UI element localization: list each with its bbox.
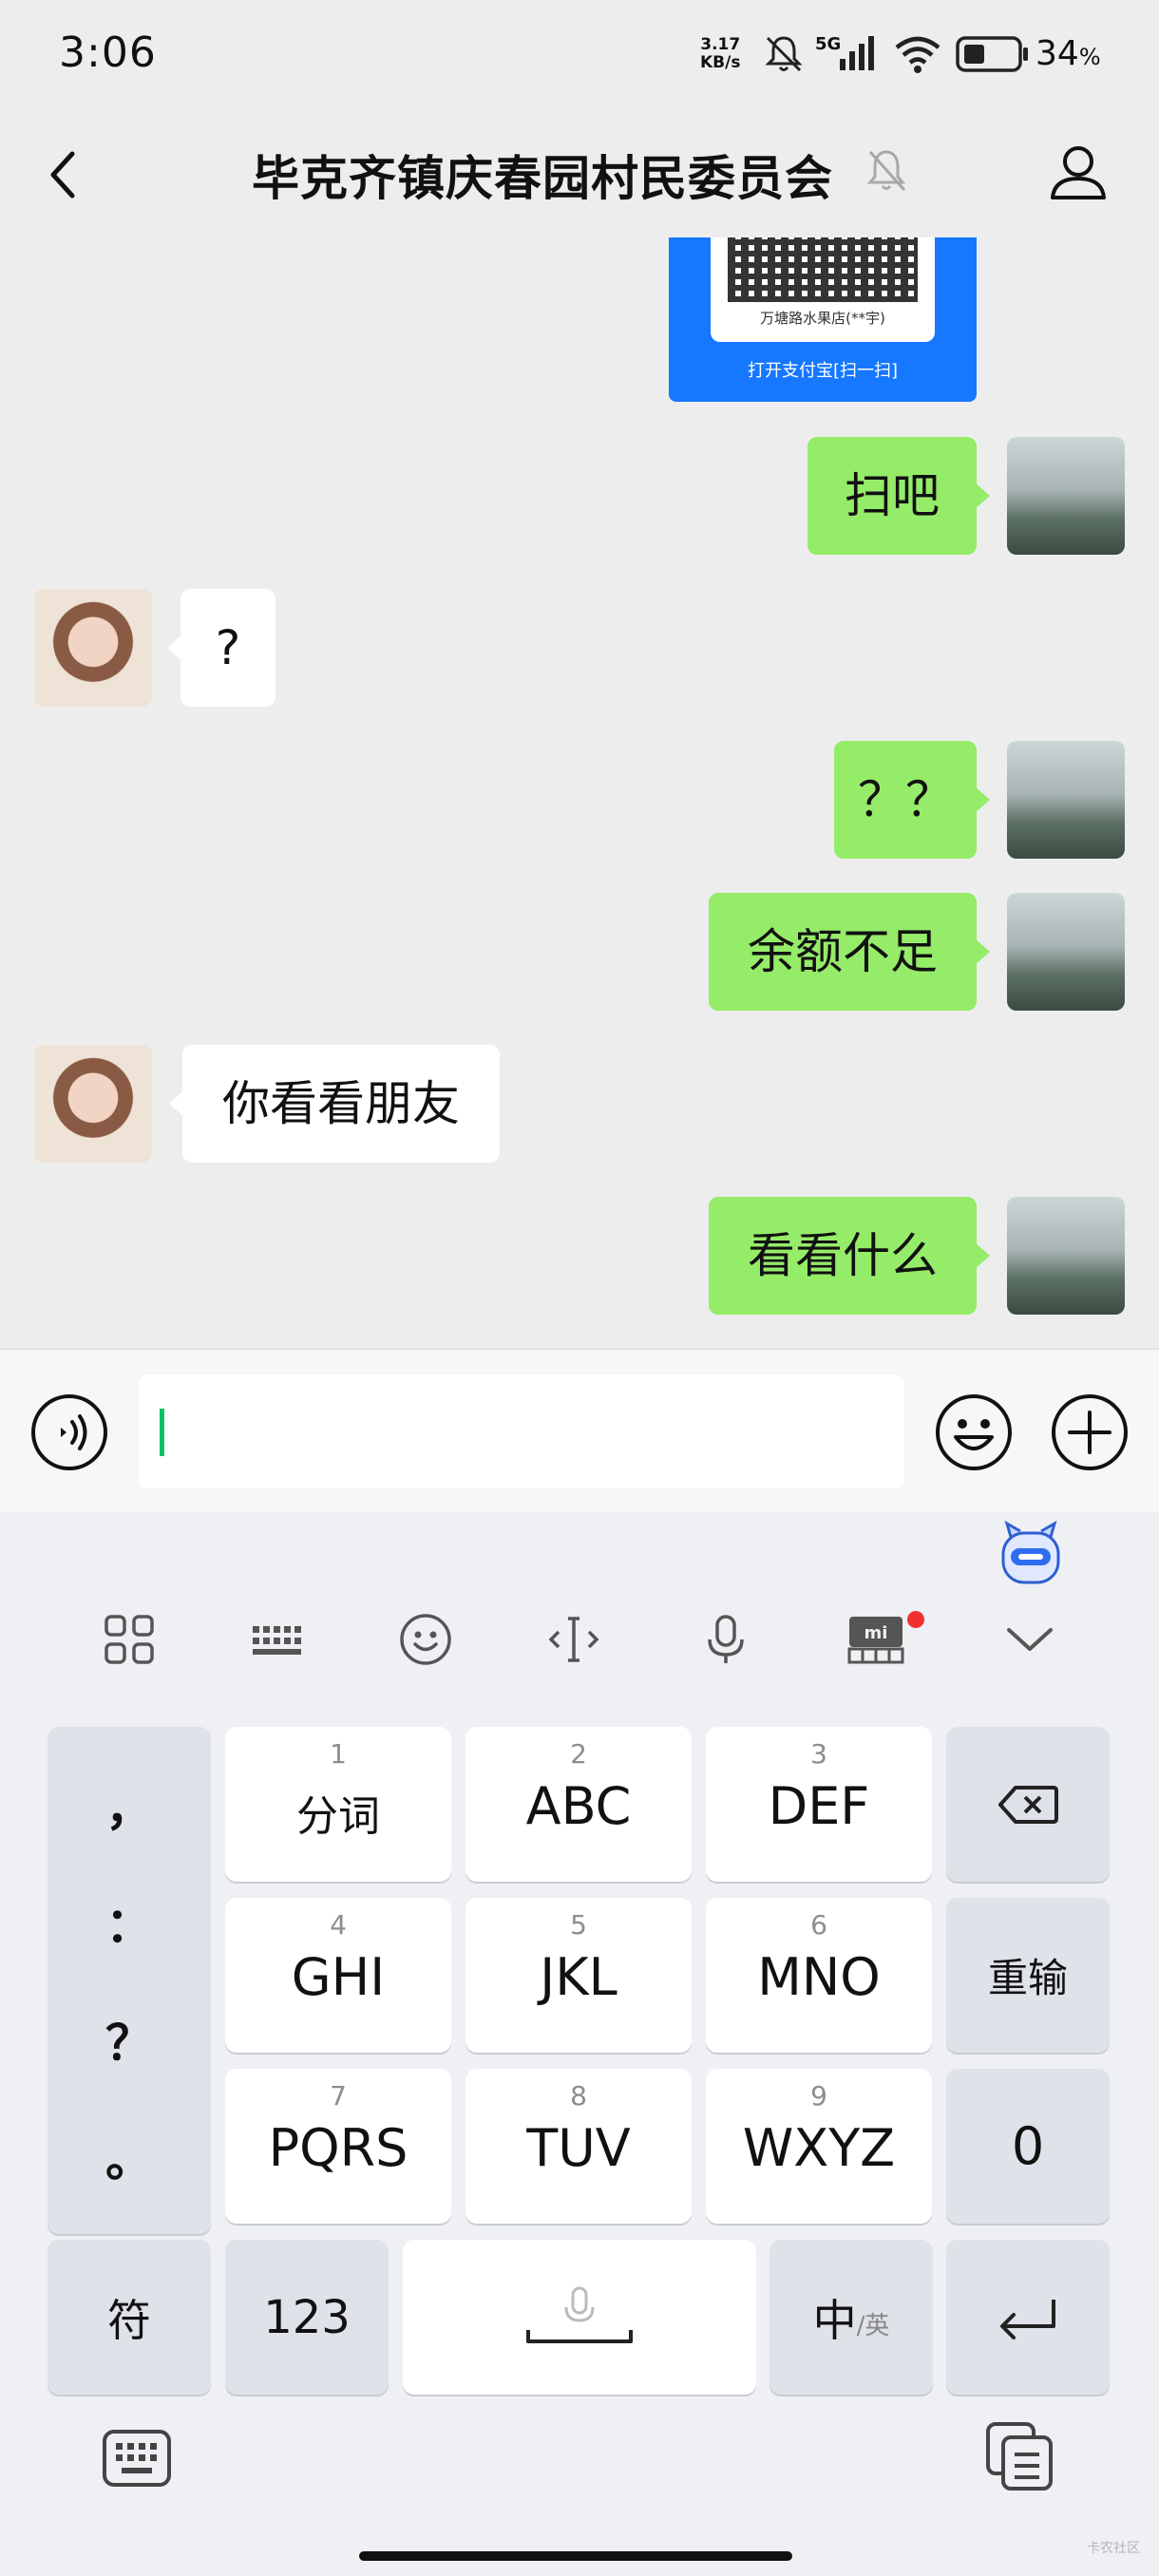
message-bubble-received[interactable]: 你看看朋友 bbox=[169, 1045, 500, 1163]
punct-comma-key[interactable]: ， bbox=[105, 1771, 153, 1839]
collapse-chevron-icon[interactable] bbox=[1001, 1611, 1058, 1668]
svg-text:mi: mi bbox=[864, 1623, 888, 1643]
backspace-icon bbox=[998, 1785, 1058, 1824]
punct-question-key[interactable]: ？ bbox=[105, 2005, 153, 2074]
battery-percent: 34% bbox=[1036, 34, 1101, 73]
language-switch-key[interactable]: 中/英 bbox=[770, 2240, 933, 2395]
key-5-jkl[interactable]: 5 JKL bbox=[466, 1898, 692, 2053]
key-6-mno[interactable]: 6 MNO bbox=[706, 1898, 932, 2053]
mute-bell-icon bbox=[866, 150, 906, 192]
enter-key[interactable] bbox=[946, 2240, 1110, 2395]
message-bubble-received[interactable]: ? bbox=[167, 589, 276, 707]
payment-qr-image[interactable]: 万塘路水果店(**宇) 打开支付宝[扫一扫] bbox=[669, 237, 977, 402]
chat-title: 毕克齐镇庆春园村民委员会 bbox=[252, 151, 833, 206]
grid-icon[interactable] bbox=[101, 1611, 158, 1668]
message-bubble-sent[interactable]: 看看什么 bbox=[709, 1197, 990, 1315]
message-bubble-sent[interactable]: 余额不足 bbox=[709, 893, 990, 1011]
key-9-wxyz[interactable]: 9 WXYZ bbox=[706, 2069, 932, 2224]
wifi-icon bbox=[895, 36, 940, 73]
plus-icon[interactable] bbox=[1051, 1393, 1129, 1471]
symbol-key[interactable]: 符 bbox=[48, 2240, 211, 2395]
mute-vibrate-icon bbox=[765, 36, 803, 72]
message-text-input[interactable] bbox=[139, 1374, 904, 1488]
network-speed: 3.17 KB/s bbox=[700, 35, 741, 72]
person-icon[interactable] bbox=[1045, 139, 1112, 205]
message-bubble-sent[interactable]: ？？ bbox=[834, 741, 990, 859]
message-list[interactable]: 万塘路水果店(**宇) 打开支付宝[扫一扫] 扫吧 ? ？？ 余额不足 你看看朋… bbox=[0, 237, 1159, 1349]
key-4-ghi[interactable]: 4 GHI bbox=[225, 1898, 451, 2053]
numeric-key[interactable]: 123 bbox=[225, 2240, 389, 2395]
notification-dot bbox=[907, 1611, 924, 1628]
qr-store-name: 万塘路水果店(**宇) bbox=[760, 310, 885, 327]
battery-icon bbox=[956, 36, 1028, 72]
qr-code-icon bbox=[728, 237, 918, 302]
chat-header: 毕克齐镇庆春园村民委员会 bbox=[0, 114, 1159, 237]
status-bar: 3:06 3.17 KB/s 5G 34% bbox=[0, 0, 1159, 114]
my-avatar[interactable] bbox=[1007, 437, 1125, 555]
keyboard-switch-icon[interactable] bbox=[101, 2426, 173, 2491]
cell-signal-icon bbox=[840, 36, 874, 70]
key-8-tuv[interactable]: 8 TUV bbox=[466, 2069, 692, 2224]
keyboard-layout-icon[interactable] bbox=[249, 1611, 306, 1668]
message-input-bar bbox=[0, 1349, 1159, 1513]
back-icon[interactable] bbox=[42, 141, 84, 209]
ime-keyboard: mi ， ： ？ 。 1 分词 2 ABC 3 DEF 4 GHI 5 JKL … bbox=[0, 1512, 1159, 2576]
my-avatar[interactable] bbox=[1007, 893, 1125, 1011]
mic-space-icon bbox=[526, 2286, 633, 2343]
mi-shop-icon[interactable]: mi bbox=[846, 1611, 906, 1668]
watermark: 卡农社区 bbox=[1087, 2541, 1140, 2556]
qr-code-area: 万塘路水果店(**宇) bbox=[711, 237, 935, 342]
backspace-key[interactable] bbox=[946, 1727, 1110, 1882]
my-avatar[interactable] bbox=[1007, 741, 1125, 859]
my-avatar[interactable] bbox=[1007, 1197, 1125, 1315]
key-0[interactable]: 0 bbox=[946, 2069, 1110, 2224]
space-key[interactable] bbox=[403, 2240, 756, 2395]
keyboard-mascot-icon[interactable] bbox=[998, 1520, 1064, 1588]
emoji-icon[interactable] bbox=[935, 1393, 1013, 1471]
punct-colon-key[interactable]: ： bbox=[105, 1887, 153, 1956]
reenter-key[interactable]: 重输 bbox=[946, 1898, 1110, 2053]
text-cursor bbox=[160, 1409, 164, 1456]
status-time: 3:06 bbox=[59, 28, 157, 77]
key-1-fenci[interactable]: 1 分词 bbox=[225, 1727, 451, 1882]
home-indicator[interactable] bbox=[359, 2551, 792, 2561]
cursor-icon[interactable] bbox=[545, 1611, 602, 1668]
emoji-face-icon[interactable] bbox=[397, 1611, 454, 1668]
key-3-def[interactable]: 3 DEF bbox=[706, 1727, 932, 1882]
clipboard-icon[interactable] bbox=[984, 2420, 1056, 2492]
punct-period-key[interactable]: 。 bbox=[105, 2122, 153, 2190]
enter-icon bbox=[1000, 2299, 1055, 2339]
contact-avatar[interactable] bbox=[34, 1045, 152, 1163]
contact-avatar[interactable] bbox=[34, 589, 152, 707]
keyboard-toolbar: mi bbox=[0, 1588, 1159, 1693]
punctuation-column[interactable]: ， ： ？ 。 bbox=[48, 1727, 211, 2234]
qr-scan-hint: 打开支付宝[扫一扫] bbox=[747, 361, 899, 381]
key-2-abc[interactable]: 2 ABC bbox=[466, 1727, 692, 1882]
voice-icon[interactable] bbox=[30, 1393, 108, 1471]
mic-icon[interactable] bbox=[697, 1611, 754, 1668]
key-7-pqrs[interactable]: 7 PQRS bbox=[225, 2069, 451, 2224]
message-bubble-sent[interactable]: 扫吧 bbox=[808, 437, 990, 555]
